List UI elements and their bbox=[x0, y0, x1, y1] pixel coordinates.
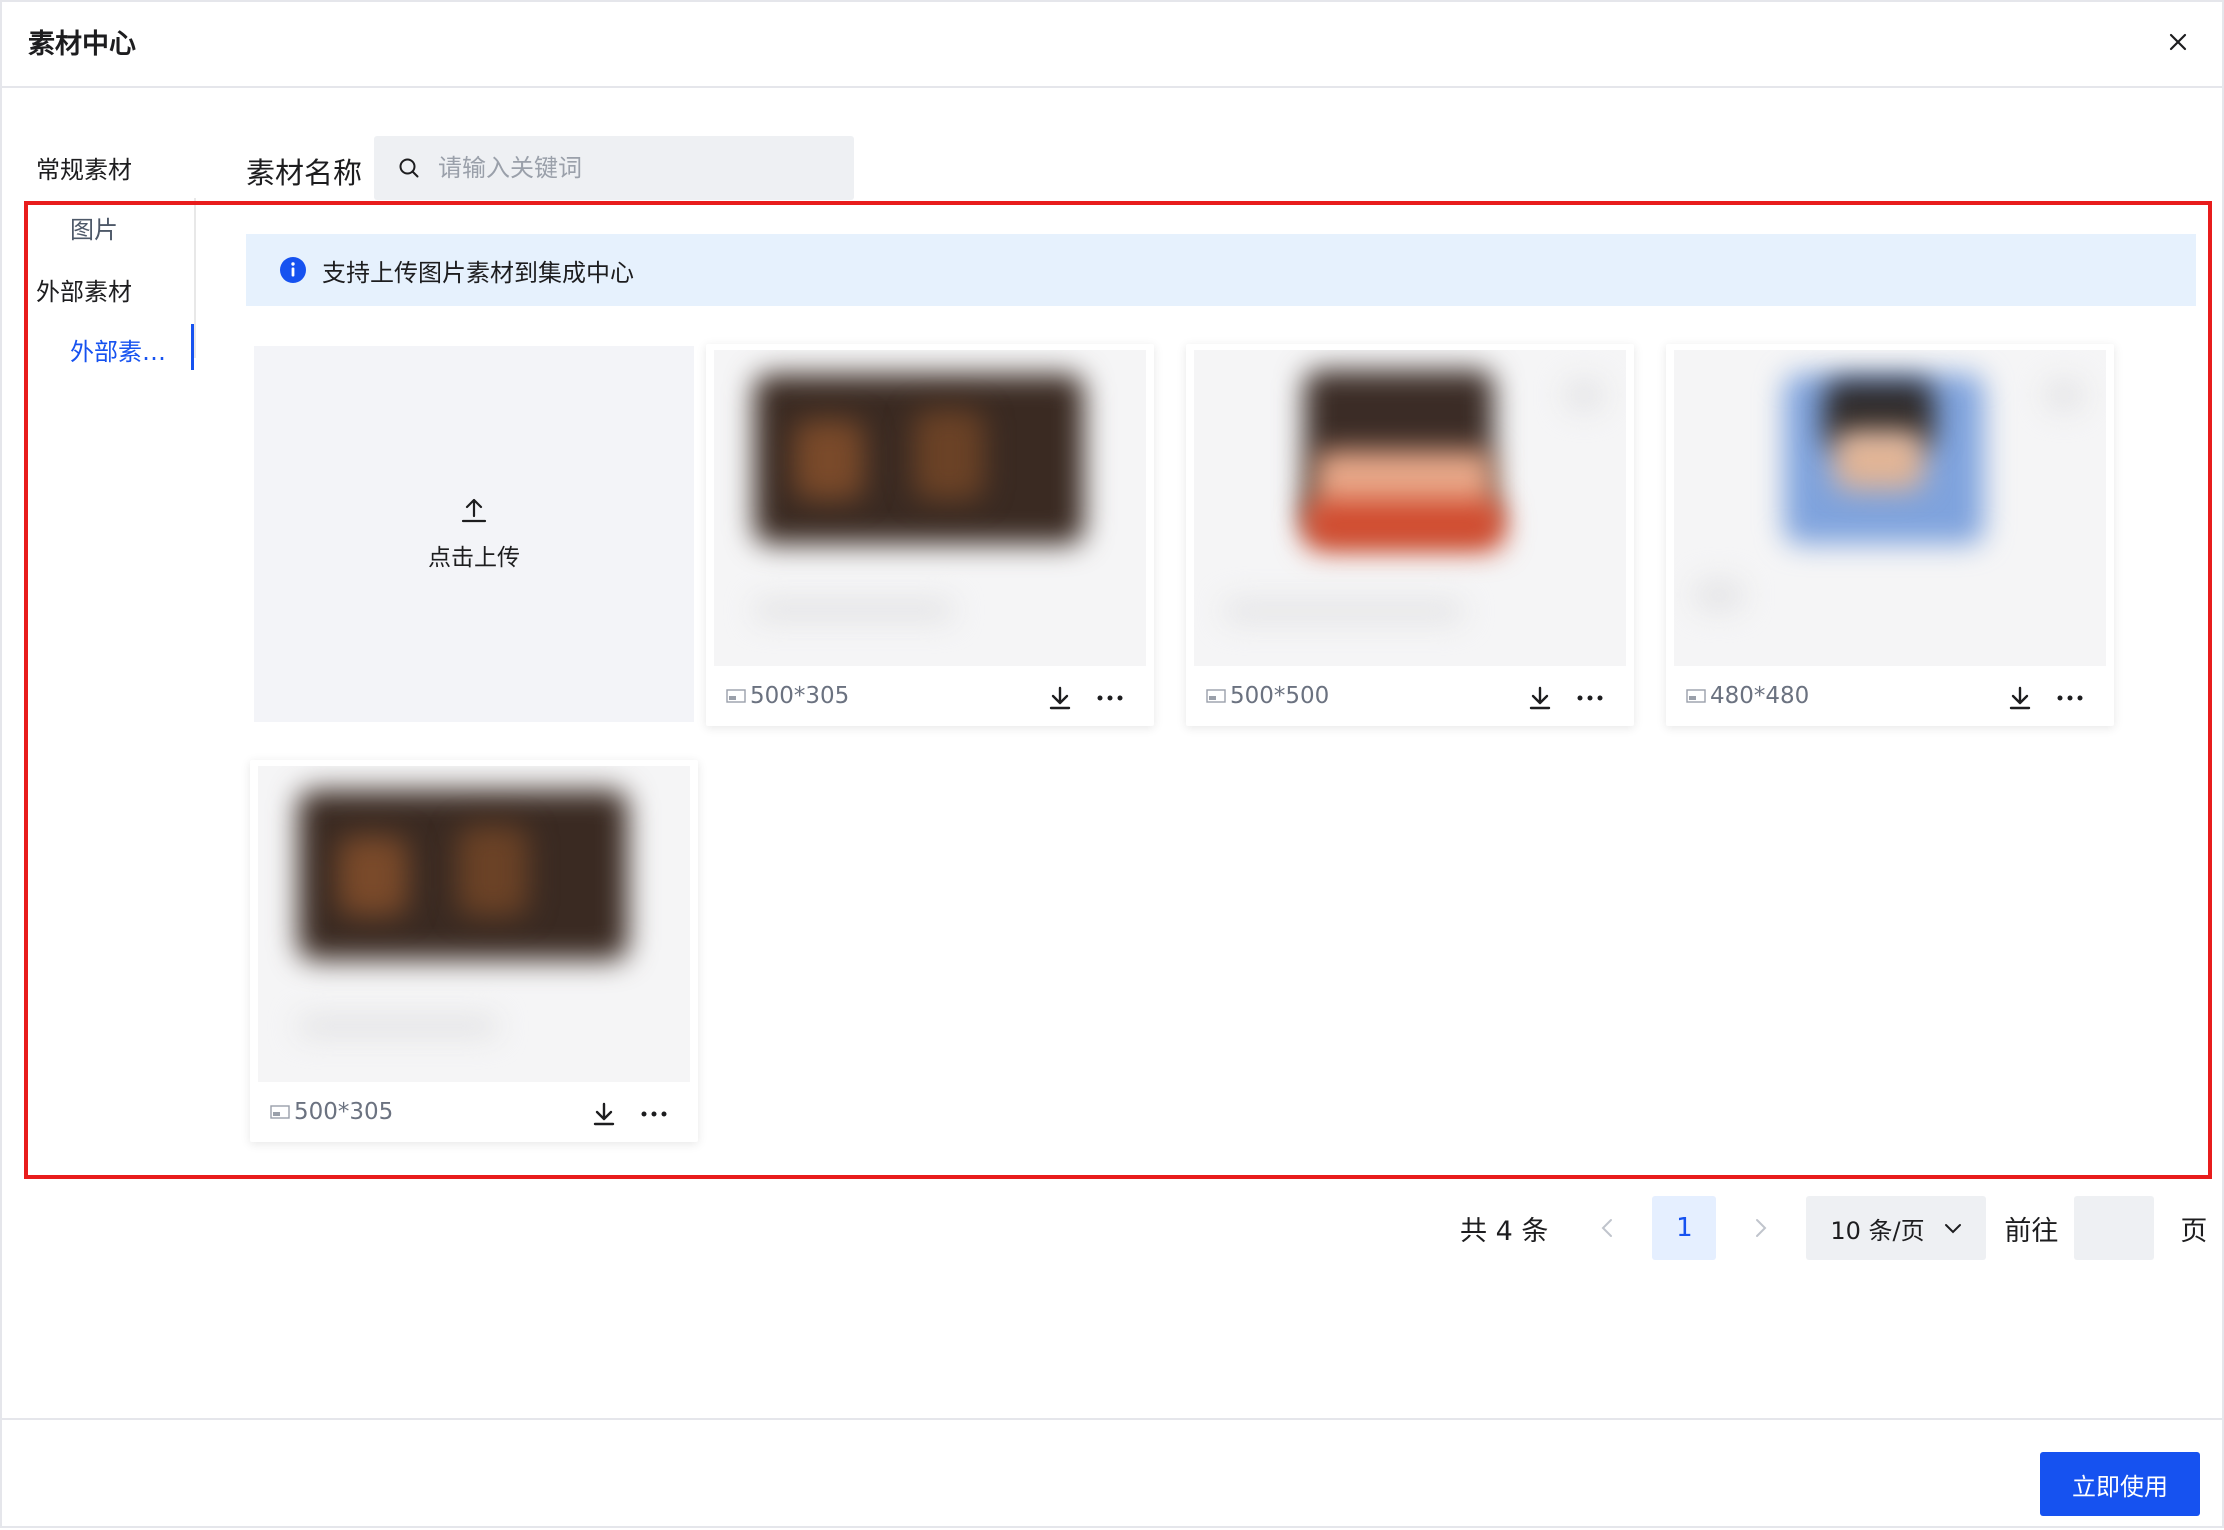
download-button[interactable] bbox=[584, 1096, 624, 1132]
more-icon bbox=[1097, 695, 1123, 701]
notice-text: 支持上传图片素材到集成中心 bbox=[322, 258, 634, 287]
more-icon bbox=[1577, 695, 1603, 701]
card-actions bbox=[1030, 680, 1130, 716]
image-size-icon bbox=[726, 689, 746, 703]
sidebar-item-external[interactable]: 外部素… bbox=[70, 332, 166, 367]
image-size: 500*305 bbox=[750, 683, 850, 709]
download-icon bbox=[2009, 686, 2031, 710]
material-card[interactable]: 500*500 bbox=[1186, 344, 1634, 726]
material-thumbnail[interactable] bbox=[714, 350, 1146, 666]
image-size: 500*500 bbox=[1230, 683, 1330, 709]
download-button[interactable] bbox=[1520, 680, 1560, 716]
material-center-dialog: 素材中心 常规素材 图片 外部素材 外部素… 素材名称 支持上传图片素材到集成中… bbox=[0, 0, 2224, 1528]
sidebar-group-regular: 常规素材 bbox=[36, 156, 132, 184]
chevron-down-icon bbox=[1945, 1223, 1962, 1233]
use-now-button[interactable]: 立即使用 bbox=[2040, 1452, 2200, 1516]
prev-page-button[interactable] bbox=[1582, 1196, 1632, 1260]
more-button[interactable] bbox=[1570, 680, 1610, 716]
search-box[interactable] bbox=[374, 136, 854, 200]
download-button[interactable] bbox=[1040, 680, 1080, 716]
upload-icon bbox=[461, 498, 487, 523]
material-thumbnail[interactable] bbox=[258, 766, 690, 1082]
next-page-button[interactable] bbox=[1736, 1196, 1786, 1260]
material-thumbnail[interactable] bbox=[1674, 350, 2106, 666]
card-footer: 500*305 bbox=[250, 1082, 698, 1142]
more-icon bbox=[641, 1111, 667, 1117]
card-actions bbox=[574, 1096, 674, 1132]
search-input[interactable] bbox=[438, 154, 838, 182]
download-icon bbox=[1049, 686, 1071, 710]
page-number-current[interactable]: 1 bbox=[1652, 1196, 1717, 1260]
image-size: 500*305 bbox=[294, 1099, 394, 1125]
card-footer: 500*500 bbox=[1186, 666, 1634, 726]
card-footer: 480*480 bbox=[1666, 666, 2114, 726]
download-icon bbox=[1529, 686, 1551, 710]
material-thumbnail[interactable] bbox=[1194, 350, 1626, 666]
dialog-title: 素材中心 bbox=[28, 29, 136, 60]
close-icon bbox=[2169, 33, 2187, 51]
chevron-right-icon bbox=[1756, 1219, 1767, 1237]
pagination: 共 4 条 1 10 条/页 前往 页 bbox=[1460, 1196, 2207, 1260]
dialog-header: 素材中心 bbox=[2, 2, 2222, 88]
sidebar-item-image[interactable]: 图片 bbox=[70, 210, 118, 245]
page-size-select[interactable]: 10 条/页 bbox=[1806, 1196, 1987, 1260]
upload-label: 点击上传 bbox=[428, 545, 520, 571]
chevron-left-icon bbox=[1601, 1219, 1613, 1237]
image-size: 480*480 bbox=[1710, 683, 1810, 709]
sidebar-active-indicator bbox=[191, 324, 194, 370]
material-card[interactable]: 500*305 bbox=[250, 760, 698, 1142]
sidebar-divider bbox=[194, 198, 196, 358]
image-size-icon bbox=[1206, 689, 1226, 703]
page-size-value: 10 条/页 bbox=[1830, 1216, 1925, 1245]
close-button[interactable] bbox=[2156, 20, 2200, 64]
card-footer: 500*305 bbox=[706, 666, 1154, 726]
image-size-icon bbox=[270, 1105, 290, 1119]
card-actions bbox=[1990, 680, 2090, 716]
info-icon bbox=[280, 257, 306, 283]
goto-label: 前往 bbox=[2004, 1215, 2059, 1247]
page-unit-label: 页 bbox=[2180, 1215, 2208, 1247]
search-icon bbox=[399, 158, 419, 178]
goto-page-input[interactable] bbox=[2074, 1196, 2155, 1260]
sidebar-group-external: 外部素材 bbox=[36, 278, 132, 306]
download-icon bbox=[593, 1102, 615, 1126]
more-button[interactable] bbox=[634, 1096, 674, 1132]
search-label: 素材名称 bbox=[246, 156, 363, 190]
download-button[interactable] bbox=[2000, 680, 2040, 716]
more-button[interactable] bbox=[1090, 680, 1130, 716]
image-size-icon bbox=[1686, 689, 1706, 703]
more-icon bbox=[2057, 695, 2083, 701]
sidebar: 常规素材 图片 外部素材 外部素… bbox=[2, 88, 202, 388]
info-notice: 支持上传图片素材到集成中心 bbox=[246, 234, 2196, 306]
pagination-total: 共 4 条 bbox=[1460, 1215, 1549, 1247]
more-button[interactable] bbox=[2050, 680, 2090, 716]
card-actions bbox=[1510, 680, 1610, 716]
material-card[interactable]: 500*305 bbox=[706, 344, 1154, 726]
dialog-footer: 立即使用 bbox=[2, 1418, 2222, 1530]
material-card[interactable]: 480*480 bbox=[1666, 344, 2114, 726]
upload-tile[interactable]: 点击上传 bbox=[254, 346, 694, 722]
